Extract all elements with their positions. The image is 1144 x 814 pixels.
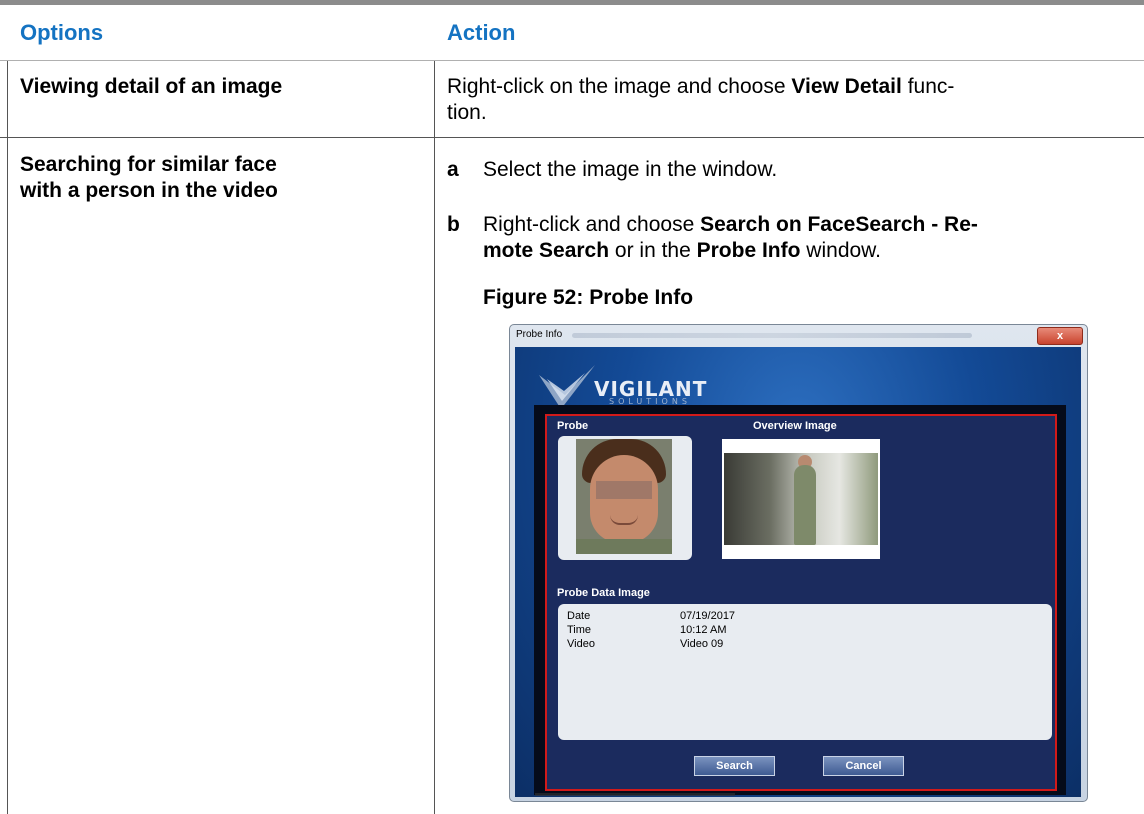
window-titlebar[interactable]: Probe Info x: [510, 325, 1087, 347]
probe-panel: Probe Overview Image Probe Data Image Da…: [545, 414, 1057, 791]
probe-data-panel: Date 07/19/2017 Time 10:12 AM Video Video 0…: [558, 604, 1052, 740]
close-button[interactable]: x: [1037, 327, 1083, 345]
option-view-detail: Viewing detail of an image: [20, 75, 283, 98]
window-client: VIGILANT SOLUTIONS Probe Overview Image: [515, 347, 1081, 797]
table-left-border: [7, 61, 8, 814]
probe-image[interactable]: [558, 436, 692, 560]
probe-info-window: Probe Info x VIGILANT SOLUTIONS Probe Ov…: [509, 324, 1088, 802]
probe-face-photo: [576, 439, 672, 554]
action-view-detail: Right-click on the image and choose View…: [447, 75, 955, 124]
probe-label: Probe: [557, 420, 589, 432]
overview-label: Overview Image: [753, 420, 837, 432]
probe-data-label: Probe Data Image: [557, 587, 650, 599]
column-divider: [434, 61, 435, 814]
row-divider: [0, 137, 1144, 138]
window-statusbar: [535, 793, 735, 796]
step-text: Right-click and choose Search on FaceSea…: [483, 213, 978, 262]
overview-image[interactable]: [722, 439, 880, 559]
search-button[interactable]: Search: [694, 756, 775, 776]
step-letter: a: [447, 158, 459, 181]
option-search-similar: Searching for similar face with a person…: [20, 153, 278, 202]
cancel-button[interactable]: Cancel: [823, 756, 904, 776]
header-divider: [0, 60, 1144, 61]
header-action: Action: [447, 20, 516, 45]
overview-photo: [724, 453, 878, 545]
privacy-blur: [596, 481, 652, 499]
step-letter: b: [447, 213, 460, 236]
window-title: Probe Info: [516, 329, 563, 340]
window-title-path: [572, 333, 972, 338]
header-options: Options: [20, 20, 104, 45]
table-header: Options Action: [0, 5, 1144, 60]
figure-caption: Figure 52: Probe Info: [483, 286, 694, 309]
step-text: Select the image in the window.: [483, 158, 778, 181]
